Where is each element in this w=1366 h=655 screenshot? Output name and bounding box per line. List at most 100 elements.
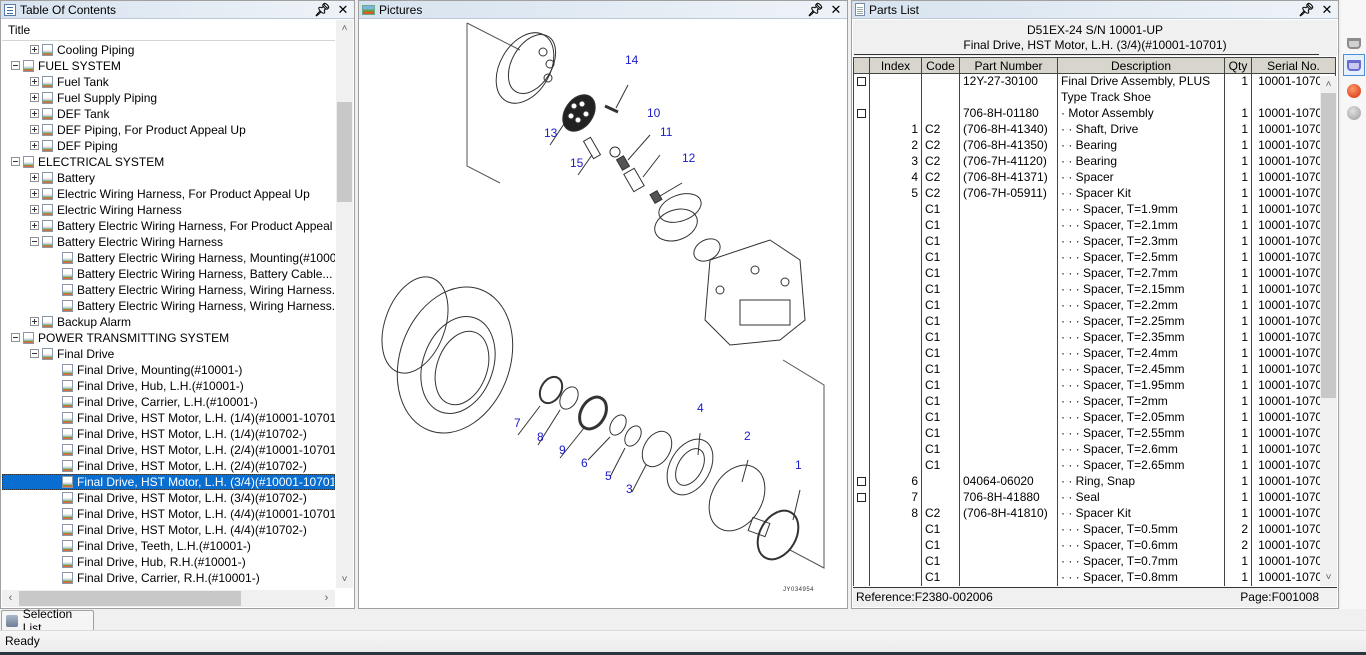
selection-list-tab[interactable]: Selection List (1, 607, 94, 635)
row-checkbox-cell[interactable] (853, 170, 870, 186)
tree-item[interactable]: Final Drive, Carrier, L.H.(#10001-) (2, 394, 335, 410)
parts-row[interactable]: 7 706-8H-41880 · · Seal 1 10001-10701 (853, 490, 1336, 506)
col-description[interactable]: Description (1057, 57, 1225, 74)
parts-row[interactable]: C1 · · · Spacer, T=2.5mm 1 10001-10701 (853, 250, 1336, 266)
tree-item[interactable]: Final Drive, HST Motor, L.H. (1/4)(#1070… (2, 426, 335, 442)
callout-11[interactable]: 11 (660, 125, 672, 139)
parts-vertical-scrollbar[interactable]: ˄ ˅ (1320, 76, 1337, 586)
callout-1[interactable]: 1 (795, 458, 802, 472)
parts-row[interactable]: C1 · · · Spacer, T=0.8mm 1 10001-10701 (853, 570, 1336, 586)
tree-item[interactable]: Cooling Piping (2, 42, 335, 58)
parts-row[interactable]: 1 C2 (706-8H-41340) · · Shaft, Drive 1 10001-… (853, 122, 1336, 138)
collapse-icon[interactable] (30, 349, 39, 359)
callout-15[interactable]: 15 (570, 156, 583, 170)
tree-item[interactable]: ELECTRICAL SYSTEM (2, 154, 335, 170)
toc-horizontal-scrollbar[interactable]: ‹ › (2, 590, 335, 607)
row-checkbox-cell[interactable] (853, 410, 870, 426)
expand-icon[interactable] (30, 93, 39, 103)
row-checkbox[interactable] (857, 477, 866, 486)
row-checkbox-cell[interactable] (853, 106, 870, 122)
parts-row[interactable]: 4 C2 (706-8H-41371) · · Spacer 1 10001-10701 (853, 170, 1336, 186)
collapse-icon[interactable] (11, 61, 20, 71)
pin-icon[interactable]: 📌︎ (1298, 2, 1315, 18)
tree-item[interactable]: Final Drive, Mounting(#10001-) (2, 362, 335, 378)
expand-icon[interactable] (30, 173, 39, 183)
tree-item[interactable]: Backup Alarm (2, 314, 335, 330)
parts-row[interactable]: C1 · · · Spacer, T=2.55mm 1 10001-10701 (853, 426, 1336, 442)
expand-icon[interactable] (30, 109, 39, 119)
parts-row[interactable]: 6 04064-06020 · · Ring, Snap 1 10001-10701 (853, 474, 1336, 490)
tree-item[interactable]: DEF Piping, For Product Appeal Up (2, 122, 335, 138)
tree-item[interactable]: Electric Wiring Harness, For Product App… (2, 186, 335, 202)
scroll-left-icon[interactable]: ‹ (2, 590, 19, 607)
tree-item[interactable]: Battery Electric Wiring Harness, Wiring … (2, 282, 335, 298)
col-code[interactable]: Code (921, 57, 960, 74)
scroll-thumb[interactable] (1321, 93, 1336, 398)
parts-row[interactable]: C1 · · · Spacer, T=2.25mm 1 10001-10701 (853, 314, 1336, 330)
col-qty[interactable]: Qty (1224, 57, 1252, 74)
row-checkbox-cell[interactable] (853, 202, 870, 218)
col-serial[interactable]: Serial No. (1251, 57, 1336, 74)
tree-item[interactable]: Battery Electric Wiring Harness, Mountin… (2, 250, 335, 266)
row-checkbox[interactable] (857, 77, 866, 86)
tree-item[interactable]: Final Drive, HST Motor, L.H. (2/4)(#1000… (2, 442, 335, 458)
row-checkbox-cell[interactable] (853, 282, 870, 298)
row-checkbox-cell[interactable] (853, 538, 870, 554)
tree-item[interactable]: Final Drive, Hub, L.H.(#10001-) (2, 378, 335, 394)
expand-icon[interactable] (30, 317, 39, 327)
parts-row[interactable]: C1 · · · Spacer, T=1.9mm 1 10001-10701 (853, 202, 1336, 218)
parts-row[interactable]: C1 · · · Spacer, T=0.5mm 2 10001-10701 (853, 522, 1336, 538)
row-checkbox-cell[interactable] (853, 186, 870, 202)
parts-row[interactable]: C1 · · · Spacer, T=2.6mm 1 10001-10701 (853, 442, 1336, 458)
row-checkbox-cell[interactable] (853, 138, 870, 154)
callout-7[interactable]: 7 (514, 416, 521, 430)
row-checkbox-cell[interactable] (853, 90, 870, 106)
toc-column-header[interactable]: Title (2, 20, 335, 41)
tree-item[interactable]: Final Drive, HST Motor, L.H. (3/4)(#1070… (2, 490, 335, 506)
row-checkbox-cell[interactable] (853, 346, 870, 362)
scroll-thumb[interactable] (19, 591, 241, 606)
parts-row[interactable]: C1 · · · Spacer, T=2.7mm 1 10001-10701 (853, 266, 1336, 282)
info-next-button[interactable] (1343, 102, 1365, 124)
row-checkbox-cell[interactable] (853, 458, 870, 474)
row-checkbox-cell[interactable] (853, 250, 870, 266)
tree-item[interactable]: Electric Wiring Harness (2, 202, 335, 218)
row-checkbox-cell[interactable] (853, 506, 870, 522)
parts-row[interactable]: 3 C2 (706-7H-41120) · · Bearing 1 10001-10701 (853, 154, 1336, 170)
collapse-icon[interactable] (11, 333, 20, 343)
callout-9[interactable]: 9 (559, 443, 566, 457)
pin-icon[interactable]: 📌︎ (314, 2, 331, 18)
parts-row[interactable]: C1 · · · Spacer, T=2.45mm 1 10001-10701 (853, 362, 1336, 378)
tree-item[interactable]: Fuel Supply Piping (2, 90, 335, 106)
row-checkbox-cell[interactable] (853, 154, 870, 170)
collapse-icon[interactable] (30, 237, 39, 247)
info-link-button[interactable] (1343, 80, 1365, 102)
expand-icon[interactable] (30, 205, 39, 215)
callout-8[interactable]: 8 (537, 430, 544, 444)
scroll-right-icon[interactable]: › (318, 590, 335, 607)
parts-row[interactable]: C1 · · · Spacer, T=2.35mm 1 10001-10701 (853, 330, 1336, 346)
col-part-number[interactable]: Part Number (959, 57, 1058, 74)
row-checkbox-cell[interactable] (853, 394, 870, 410)
close-icon[interactable]: ✕ (1320, 2, 1334, 18)
parts-row[interactable]: C1 · · · Spacer, T=2.4mm 1 10001-10701 (853, 346, 1336, 362)
row-checkbox-cell[interactable] (853, 330, 870, 346)
tree-item[interactable]: Final Drive, HST Motor, L.H. (2/4)(#1070… (2, 458, 335, 474)
tree-item[interactable]: Final Drive, HST Motor, L.H. (4/4)(#1000… (2, 506, 335, 522)
add-to-selection-button[interactable] (1343, 32, 1365, 54)
callout-4[interactable]: 4 (697, 401, 704, 415)
parts-row[interactable]: 8 C2 (706-8H-41810) · · Spacer Kit 1 10001-10… (853, 506, 1336, 522)
row-checkbox-cell[interactable] (853, 218, 870, 234)
parts-row[interactable]: C1 · · · Spacer, T=1.95mm 1 10001-10701 (853, 378, 1336, 394)
row-checkbox-cell[interactable] (853, 522, 870, 538)
row-checkbox-cell[interactable] (853, 266, 870, 282)
row-checkbox-cell[interactable] (853, 490, 870, 506)
parts-row[interactable]: 5 C2 (706-7H-05911) · · Spacer Kit 1 10001-10… (853, 186, 1336, 202)
tree-item[interactable]: POWER TRANSMITTING SYSTEM (2, 330, 335, 346)
tree-item[interactable]: Final Drive, Hub, R.H.(#10001-) (2, 554, 335, 570)
parts-row[interactable]: C1 · · · Spacer, T=2.3mm 1 10001-10701 (853, 234, 1336, 250)
parts-row[interactable]: C1 · · · Spacer, T=2.05mm 1 10001-10701 (853, 410, 1336, 426)
row-checkbox-cell[interactable] (853, 73, 870, 90)
tree-item[interactable]: FUEL SYSTEM (2, 58, 335, 74)
tree-item[interactable]: Final Drive, Teeth, L.H.(#10001-) (2, 538, 335, 554)
